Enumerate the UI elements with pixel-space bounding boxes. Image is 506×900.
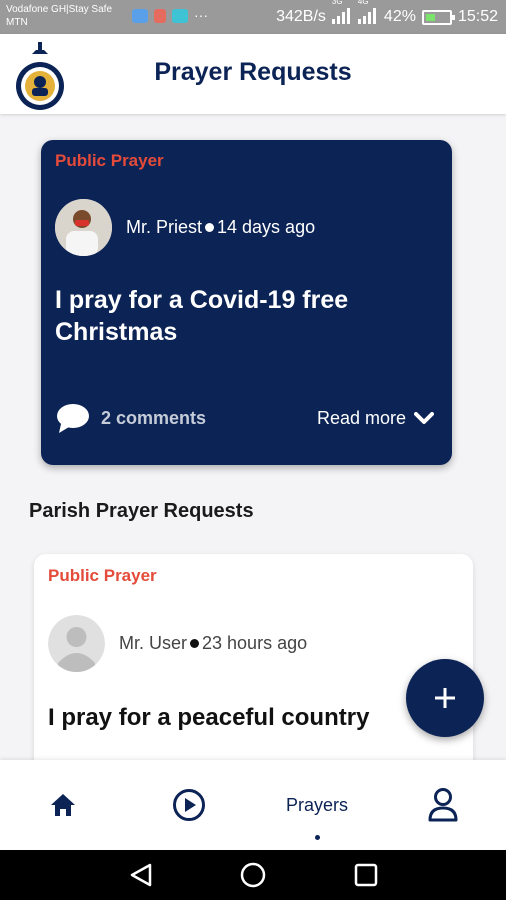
bottom-navigation: Prayers xyxy=(0,760,506,850)
prayer-title: I pray for a Covid-19 free Christmas xyxy=(55,286,349,346)
network-type-label: 3G xyxy=(331,0,343,6)
nav-home[interactable] xyxy=(20,760,106,850)
battery-icon xyxy=(421,9,455,25)
nav-profile[interactable] xyxy=(400,760,486,850)
network-speed: 342B/s xyxy=(276,8,326,25)
prayer-title: I pray for a peaceful country xyxy=(48,704,370,731)
carrier-label: Vodafone GH|Stay Safe MTN xyxy=(6,3,134,29)
chevron-down-icon xyxy=(414,412,434,424)
recents-icon[interactable] xyxy=(353,862,379,888)
carrier-line-1: Vodafone GH|Stay Safe xyxy=(6,4,113,15)
author-row: Mr. User 23 hours ago xyxy=(48,615,307,672)
read-more-label: Read more xyxy=(316,407,406,428)
comments-count: 2 comments xyxy=(101,407,207,428)
author-row: Mr. Priest 14 days ago xyxy=(55,199,315,256)
prayer-tag: Public Prayer xyxy=(55,151,164,170)
default-avatar-icon xyxy=(48,615,105,672)
network-type-label-2: 4G xyxy=(357,0,369,6)
signal-bars-icon-2 xyxy=(357,8,376,24)
nav-prayers[interactable]: Prayers xyxy=(264,760,370,850)
notification-icons: ··· xyxy=(132,7,208,23)
app-header: Prayer Requests xyxy=(0,34,506,114)
plus-icon xyxy=(435,688,455,708)
system-status: 342B/s 3G 4G 42% 15:52 xyxy=(276,0,498,34)
signal-icon-2: 4G xyxy=(357,0,378,26)
user-icon xyxy=(428,788,458,822)
priest-photo xyxy=(55,199,112,256)
clock: 15:52 xyxy=(457,8,498,25)
comments-link[interactable]: 2 comments xyxy=(55,402,206,434)
separator-dot xyxy=(190,639,200,648)
prayer-tag: Public Prayer xyxy=(48,566,157,585)
author-avatar xyxy=(55,199,112,256)
prayer-request-card[interactable]: Public Prayer Mr. User 23 hours ago I pr… xyxy=(34,554,473,784)
signal-icon: 3G xyxy=(331,0,352,26)
author-name: Mr. Priest xyxy=(126,217,203,237)
read-more-button[interactable]: Read more xyxy=(317,408,434,429)
nav-media[interactable] xyxy=(146,760,232,850)
home-circle-icon[interactable] xyxy=(240,862,266,888)
post-time: 14 days ago xyxy=(217,217,316,237)
map-notification-icon xyxy=(154,9,166,23)
separator-dot xyxy=(205,223,215,232)
post-time: 23 hours ago xyxy=(202,633,308,653)
card-footer: 2 comments Read more xyxy=(55,400,434,436)
battery-fill xyxy=(425,13,436,21)
back-icon[interactable] xyxy=(128,862,154,888)
status-bar: Vodafone GH|Stay Safe MTN ··· 342B/s 3G … xyxy=(0,0,506,34)
active-indicator xyxy=(314,835,320,840)
play-circle-icon xyxy=(173,789,205,821)
chat-notification-icon xyxy=(172,9,188,23)
add-prayer-button[interactable] xyxy=(406,659,484,737)
battery-percent: 42% xyxy=(383,8,416,25)
user-avatar-icon xyxy=(48,615,105,672)
app-notification-icon xyxy=(132,9,148,23)
author-meta: Mr. Priest 14 days ago xyxy=(126,217,315,238)
author-name: Mr. User xyxy=(119,633,188,653)
author-meta: Mr. User 23 hours ago xyxy=(119,633,307,654)
signal-bars-icon xyxy=(331,8,350,24)
carrier-line-2: MTN xyxy=(6,17,28,28)
home-icon xyxy=(51,794,75,816)
nav-prayers-label: Prayers xyxy=(285,794,348,815)
page-title: Prayer Requests xyxy=(154,58,352,86)
more-notifications-icon: ··· xyxy=(194,7,208,23)
system-navigation-bar xyxy=(0,850,506,900)
comment-icon xyxy=(57,404,89,433)
featured-prayer-card[interactable]: Public Prayer Mr. Priest 14 days ago I p… xyxy=(41,140,452,465)
section-title: Parish Prayer Requests xyxy=(29,500,254,522)
